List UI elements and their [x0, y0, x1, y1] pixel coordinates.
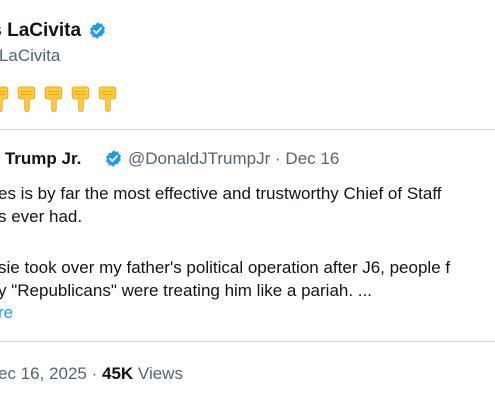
backhand-index-pointing-down-icon [71, 86, 90, 112]
quoted-date[interactable]: Dec 16 [285, 149, 339, 168]
views-label: Views [137, 364, 183, 383]
quoted-text-line-2: s ever had. [0, 207, 83, 226]
quoted-text-line-3: sie took over my father's political oper… [0, 258, 451, 277]
separator-dot: · [91, 364, 98, 383]
quoted-author-handle[interactable]: @DonaldJTrumpJr [128, 149, 270, 168]
backhand-index-pointing-down-icon [0, 86, 9, 112]
backhand-index-pointing-down-icon [98, 86, 117, 112]
show-more-link[interactable]: re [0, 303, 13, 323]
author-name[interactable]: is LaCivita [0, 20, 81, 42]
verified-badge-icon [90, 22, 105, 39]
quoted-text-line-1: es is by far the most effective and trus… [0, 184, 442, 203]
quoted-author-name[interactable]: ld Trump Jr. [0, 149, 81, 169]
views-count: 45K [102, 364, 134, 383]
backhand-index-pointing-down-icon [17, 86, 36, 112]
tweet-date[interactable]: ec 16, 2025 [0, 364, 87, 383]
tweet-text [0, 86, 119, 112]
backhand-index-pointing-down-icon [44, 86, 63, 112]
tweet-meta: ec 16, 2025 · 45K Views [0, 364, 183, 384]
separator-dot: · [275, 149, 281, 168]
quoted-author-handle-date[interactable]: @DonaldJTrumpJr · Dec 16 [128, 149, 339, 169]
author-handle[interactable]: risLaCivita [0, 46, 60, 66]
quoted-verified-badge-icon [106, 150, 121, 167]
quoted-text-line-4: y "Republicans" were treating him like a… [0, 281, 372, 300]
